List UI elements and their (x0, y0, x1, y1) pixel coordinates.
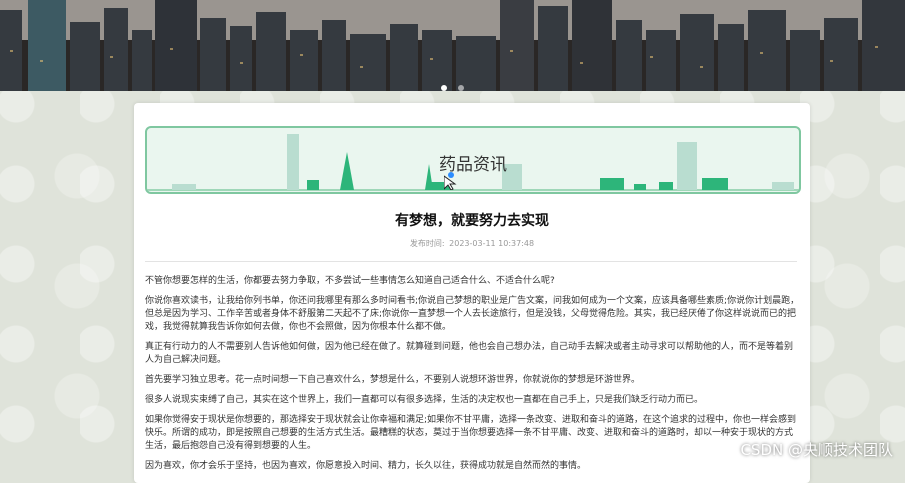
publish-time: 2023-03-11 10:37:48 (449, 239, 535, 248)
article-paragraph: 首先要学习独立思考。花一点时间想一下自己喜欢什么，梦想是什么，不要别人说想环游世… (145, 375, 641, 385)
article-paragraph: 很多人说现实束缚了自己，其实在这个世界上，我们一直都可以有很多选择，生活的决定权… (145, 395, 704, 405)
publish-info: 发布时间: 2023-03-11 10:37:48 (134, 238, 810, 249)
section-title: 药品资讯 (439, 155, 507, 175)
carousel-dot[interactable] (440, 85, 447, 91)
article-body: 不管你想要怎样的生活，你都要去努力争取，不多尝试一些事情怎么知道自己适合什么、不… (145, 275, 800, 480)
hero-banner[interactable] (0, 0, 905, 91)
divider (145, 261, 797, 262)
mouse-pointer-icon (444, 172, 457, 190)
article-card: 药品资讯 有梦想，就要努力去实现 发布时间: 2023-03-11 10:37:… (134, 103, 810, 483)
article-paragraph: 真正有行动力的人不需要别人告诉他如何做，因为他已经在做了。就算碰到问题，他也会自… (145, 342, 794, 365)
article-paragraph: 不管你想要怎样的生活，你都要去努力争取，不多尝试一些事情怎么知道自己适合什么、不… (145, 276, 555, 286)
article-title: 有梦想，就要努力去实现 (395, 213, 549, 229)
publish-label: 发布时间: (409, 239, 445, 248)
section-header: 药品资讯 (145, 126, 801, 194)
article-paragraph: 你说你喜欢读书，让我给你列书单，你还问我哪里有那么多时间看书;你说自己梦想的职业… (145, 296, 800, 332)
carousel-dots (0, 76, 905, 91)
csdn-watermark: CSDN @央顺技术团队 (740, 441, 893, 459)
article-paragraph: 如果你觉得安于现状是你想要的，那选择安于现状就会让你幸福和满足;如果你不甘平庸，… (145, 415, 797, 451)
carousel-dot[interactable] (458, 85, 465, 91)
